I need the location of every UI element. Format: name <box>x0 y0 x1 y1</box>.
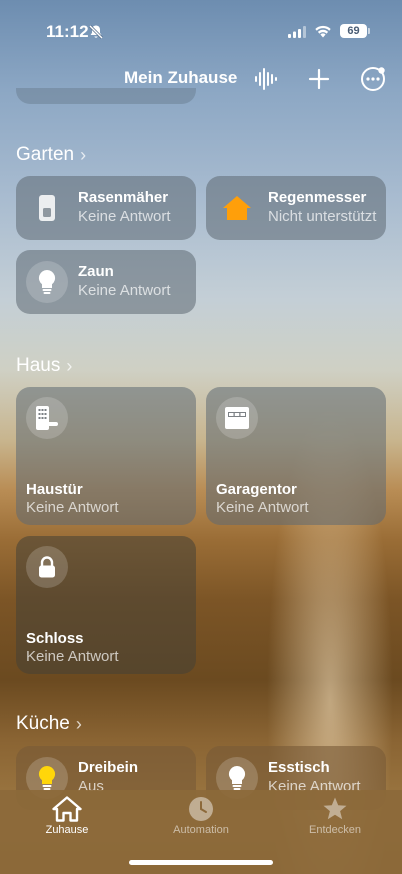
tile-name: Garagentor <box>216 481 297 498</box>
tile-name: Schloss <box>26 630 84 647</box>
clock: 11:12 <box>46 22 89 41</box>
page-title: Mein Zuhause <box>124 68 238 87</box>
accessory-tile-garagentor[interactable]: Garagentor Keine Antwort <box>206 387 386 525</box>
chevron-right-icon: › <box>66 355 73 376</box>
tab-zuhause[interactable]: Zuhause <box>17 796 117 836</box>
house-icon <box>216 187 258 229</box>
tile-name: Esstisch <box>268 759 330 776</box>
tab-automation[interactable]: Automation <box>151 796 251 836</box>
tab-entdecken[interactable]: Entdecken <box>285 796 385 836</box>
section-header-kueche[interactable]: Küche › <box>16 713 82 735</box>
section-title: Haus <box>16 355 61 376</box>
tile-status: Keine Antwort <box>216 499 309 516</box>
tile-status: Nicht unterstützt <box>268 208 377 225</box>
battery-indicator: 69 <box>340 24 370 38</box>
add-icon[interactable] <box>306 66 332 92</box>
home-indicator[interactable] <box>129 860 273 865</box>
section-header-garten[interactable]: Garten › <box>16 144 86 166</box>
chevron-right-icon: › <box>80 144 87 165</box>
tile-status: Keine Antwort <box>26 648 119 665</box>
switch-icon <box>26 187 68 229</box>
accessory-tile-regenmesser[interactable]: Regenmesser Nicht unterstützt <box>206 176 386 240</box>
clock-house-icon <box>189 797 213 821</box>
accessory-tile-rasenmaeher[interactable]: Rasenmäher Keine Antwort <box>16 176 196 240</box>
keypad-lock-icon <box>26 397 68 439</box>
tab-label: Zuhause <box>45 824 89 836</box>
scrolled-tile[interactable] <box>16 88 196 104</box>
tile-status: Keine Antwort <box>78 208 171 225</box>
section-header-haus[interactable]: Haus › <box>16 355 72 377</box>
bell-slash-icon <box>88 24 104 40</box>
tile-name: Regenmesser <box>268 189 367 206</box>
accessory-tile-zaun[interactable]: Zaun Keine Antwort <box>16 250 196 314</box>
tab-label: Automation <box>173 824 229 836</box>
status-bar: 11:12 69 <box>0 0 402 60</box>
tab-label: Entdecken <box>309 824 361 836</box>
tile-name: Dreibein <box>78 759 139 776</box>
cellular-signal-icon <box>288 26 306 38</box>
lock-icon <box>26 546 68 588</box>
garage-door-icon <box>216 397 258 439</box>
section-title: Küche <box>16 713 70 734</box>
wifi-icon <box>315 25 331 38</box>
tile-status: Keine Antwort <box>78 282 171 299</box>
intercom-waveform-icon[interactable] <box>252 66 278 92</box>
lightbulb-icon <box>26 261 68 303</box>
more-options-icon[interactable] <box>360 66 386 92</box>
tile-status: Keine Antwort <box>26 499 119 516</box>
tile-name: Haustür <box>26 481 83 498</box>
home-icon <box>52 796 82 822</box>
tile-name: Zaun <box>78 263 114 280</box>
tile-name: Rasenmäher <box>78 189 169 206</box>
accessory-tile-haustuer[interactable]: Haustür Keine Antwort <box>16 387 196 525</box>
chevron-right-icon: › <box>75 713 82 734</box>
accessory-tile-schloss[interactable]: Schloss Keine Antwort <box>16 536 196 674</box>
section-title: Garten <box>16 144 75 165</box>
star-icon <box>323 797 347 820</box>
